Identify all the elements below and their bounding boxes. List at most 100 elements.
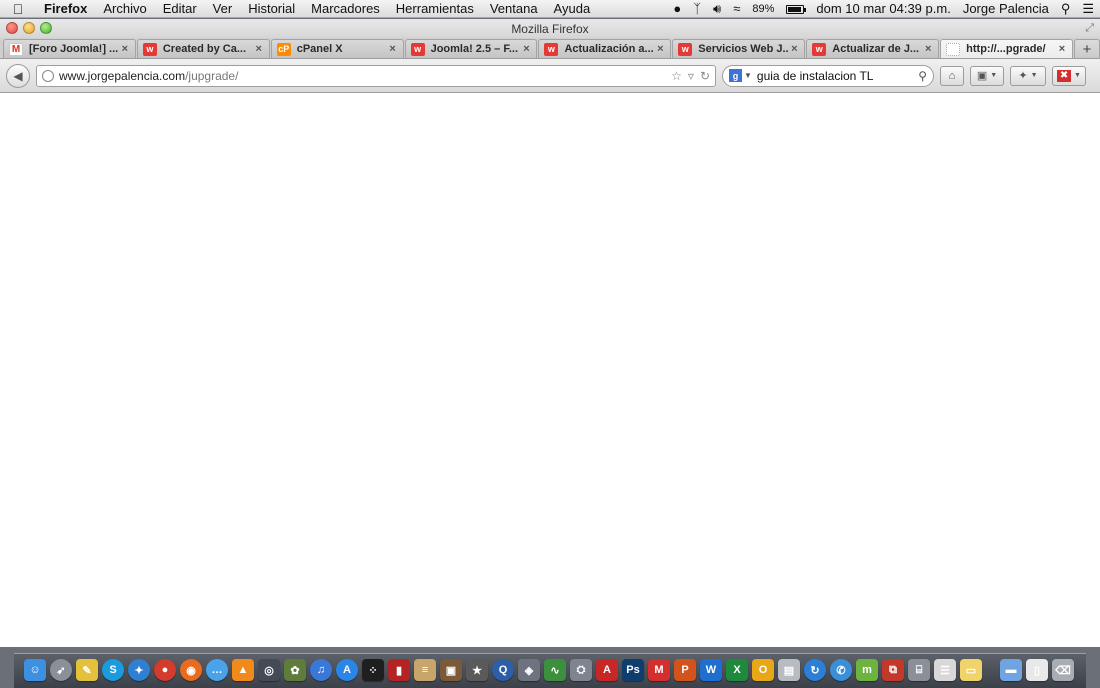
apple-icon[interactable]: 	[0, 1, 36, 17]
photoshop-icon[interactable]: Ps	[622, 659, 644, 681]
google-engine-icon[interactable]: g	[729, 69, 742, 82]
menu-archivo[interactable]: Archivo	[95, 0, 154, 18]
tab-close-icon[interactable]: ×	[388, 43, 398, 55]
scroll-icon[interactable]: ≡	[414, 659, 436, 681]
chrome-icon[interactable]: ●	[154, 659, 176, 681]
tab-1[interactable]: w Created by Ca... ×	[136, 39, 270, 58]
tab-6[interactable]: w Actualizar de J... ×	[806, 39, 940, 58]
app-store-icon[interactable]: A	[336, 659, 358, 681]
tab-close-icon[interactable]: ×	[789, 43, 799, 55]
camera-icon[interactable]: ◎	[258, 659, 280, 681]
bluetooth-icon[interactable]: ᛉ	[687, 0, 707, 18]
record-icon[interactable]: ●	[667, 0, 687, 18]
star-icon[interactable]: ★	[466, 659, 488, 681]
back-button[interactable]: ◀	[6, 63, 30, 88]
search-query[interactable]: guia de instalacion TL	[757, 69, 918, 83]
fullscreen-icon[interactable]: ⤢	[1085, 22, 1094, 35]
trash-icon[interactable]: ⌫	[1052, 659, 1074, 681]
page-content[interactable]	[0, 94, 1100, 647]
tab-close-icon[interactable]: ×	[254, 43, 264, 55]
skype-icon[interactable]: S	[102, 659, 124, 681]
tab-5[interactable]: w Servicios Web J... ×	[672, 39, 806, 58]
tools-button[interactable]: ✦ ▼	[1010, 65, 1046, 86]
tab-0[interactable]: M [Foro Joomla!] ... ×	[3, 39, 136, 58]
site-identity-icon[interactable]	[42, 69, 54, 82]
messages-icon[interactable]: …	[206, 659, 228, 681]
wifi-icon[interactable]: ≈	[727, 0, 746, 18]
engine-dropdown-icon[interactable]: ▼	[744, 71, 752, 80]
menu-ver[interactable]: Ver	[205, 0, 241, 18]
itunes-icon[interactable]: ♫	[310, 659, 332, 681]
bookmark-star-icon[interactable]: ☆	[671, 69, 682, 83]
search-bar[interactable]: g ▼ guia de instalacion TL ⚲	[722, 64, 934, 87]
user-name[interactable]: Jorge Palencia	[957, 0, 1055, 18]
acrobat-icon[interactable]: A	[596, 659, 618, 681]
documents-folder-icon[interactable]: ▯	[1026, 659, 1048, 681]
powerpoint-icon[interactable]: P	[674, 659, 696, 681]
movistar-icon[interactable]: m	[856, 659, 878, 681]
menu-marcadores[interactable]: Marcadores	[303, 0, 388, 18]
menu-historial[interactable]: Historial	[240, 0, 303, 18]
outlook-icon[interactable]: O	[752, 659, 774, 681]
menu-ventana[interactable]: Ventana	[482, 0, 546, 18]
new-tab-button[interactable]: +	[1074, 39, 1100, 58]
launchpad-icon[interactable]: ➶	[50, 659, 72, 681]
battery-icon[interactable]	[780, 0, 810, 18]
iphoto-icon[interactable]: ✿	[284, 659, 306, 681]
finder-icon[interactable]: ☺	[24, 659, 46, 681]
home-button[interactable]: ⌂	[940, 65, 964, 86]
preview-icon[interactable]: ◈	[518, 659, 540, 681]
menu-herramientas[interactable]: Herramientas	[388, 0, 482, 18]
tab-close-icon[interactable]: ×	[1057, 43, 1067, 55]
camera-app-icon[interactable]: ⌸	[908, 659, 930, 681]
extension-button[interactable]: ✖ ▼	[1052, 65, 1086, 86]
document-icon[interactable]: ▤	[778, 659, 800, 681]
close-window-button[interactable]	[6, 22, 18, 34]
minimize-window-button[interactable]	[23, 22, 35, 34]
remote-desktop-icon[interactable]: ⧉	[882, 659, 904, 681]
browser-window: Mozilla Firefox ⤢ M [Foro Joomla!] ... × w C…	[0, 19, 1100, 647]
clock[interactable]: dom 10 mar 04:39 p.m.	[810, 0, 956, 18]
tab-close-icon[interactable]: ×	[655, 43, 665, 55]
window-title: Mozilla Firefox	[511, 21, 589, 36]
firefox-icon[interactable]: ◉	[180, 659, 202, 681]
mail-m-icon[interactable]: M	[648, 659, 670, 681]
zoom-window-button[interactable]	[40, 22, 52, 34]
notes-icon[interactable]: ✎	[76, 659, 98, 681]
tab-close-icon[interactable]: ×	[120, 43, 130, 55]
bookmarks-button[interactable]: ▣ ▼	[970, 65, 1004, 86]
textedit-icon[interactable]: ☰	[934, 659, 956, 681]
spotlight-icon[interactable]: ⚲	[1055, 0, 1077, 18]
tab-3[interactable]: w Joomla! 2.5 – F... ×	[404, 39, 538, 58]
tab-2[interactable]: cP cPanel X ×	[270, 39, 404, 58]
chat-icon[interactable]: ✆	[830, 659, 852, 681]
battery-percent[interactable]: 89%	[746, 0, 780, 18]
blackberry-icon[interactable]: ⁘	[362, 659, 384, 681]
menu-ayuda[interactable]: Ayuda	[546, 0, 599, 18]
stickies-icon[interactable]: ▭	[960, 659, 982, 681]
excel-icon[interactable]: X	[726, 659, 748, 681]
safari-icon[interactable]: ✦	[128, 659, 150, 681]
notification-list-icon[interactable]: ☰	[1076, 0, 1100, 18]
disk-utility-icon[interactable]: ⛭	[570, 659, 592, 681]
history-dropdown-icon[interactable]: ▿	[688, 69, 694, 83]
search-icon[interactable]: ⚲	[918, 69, 927, 83]
menu-app-name[interactable]: Firefox	[36, 0, 95, 18]
address-bar[interactable]: www.jorgepalencia.com/jupgrade/ ☆ ▿ ↻	[36, 64, 716, 87]
tab-close-icon[interactable]: ×	[923, 43, 933, 55]
vlc-icon[interactable]: ▲	[232, 659, 254, 681]
quicktime-icon[interactable]: Q	[492, 659, 514, 681]
url-domain: www.jorgepalencia.com	[59, 68, 186, 83]
tab-4[interactable]: w Actualización a... ×	[538, 39, 672, 58]
red-book-icon[interactable]: ▮	[388, 659, 410, 681]
folder-icon[interactable]: ▬	[1000, 659, 1022, 681]
volume-icon[interactable]: 🔊︎	[707, 0, 727, 18]
menu-editar[interactable]: Editar	[155, 0, 205, 18]
word-icon[interactable]: W	[700, 659, 722, 681]
tab-close-icon[interactable]: ×	[521, 43, 531, 55]
activity-icon[interactable]: ∿	[544, 659, 566, 681]
tab-7[interactable]: http://...pgrade/ ×	[940, 39, 1074, 58]
reload-icon[interactable]: ↻	[700, 69, 710, 83]
sync-icon[interactable]: ↻	[804, 659, 826, 681]
photo-icon[interactable]: ▣	[440, 659, 462, 681]
